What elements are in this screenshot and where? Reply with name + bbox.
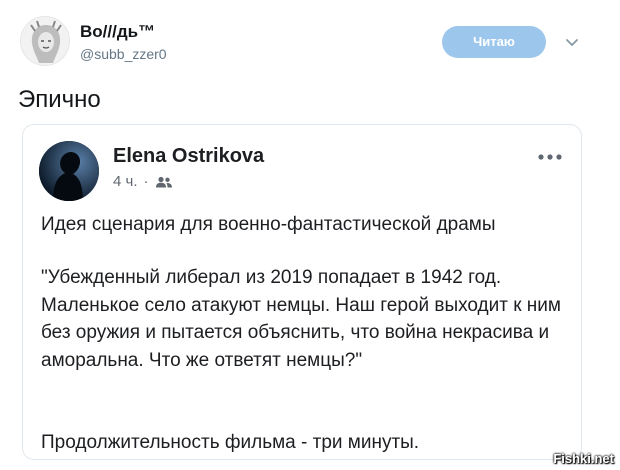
tweet-header: Во///дь™ @subb_zzer0 Читаю [18,14,602,74]
post-paragraph: Продолжительность фильма - три минуты. [41,432,420,453]
author-name[interactable]: Во///дь™ [80,22,155,42]
avatar[interactable] [20,16,70,66]
friends-icon [155,176,172,187]
post-paragraph: Идея сценария для военно-фантастической … [41,214,496,235]
quoted-post-meta: 4 ч. · [113,173,173,190]
quoted-post-card[interactable]: Elena Ostrikova 4 ч. · Идея сценария для… [22,124,582,460]
author-handle[interactable]: @subb_zzer0 [80,46,167,62]
watermark: Fishki.net [553,451,614,466]
quoted-author-name[interactable]: Elena Ostrikova [113,145,264,168]
post-time[interactable]: 4 ч. [113,173,138,190]
tweet-text: Эпично [18,86,101,113]
more-options-icon[interactable] [537,153,563,161]
avatar-image [21,17,69,65]
meta-separator: · [143,173,149,190]
follow-button[interactable]: Читаю [442,26,546,58]
post-paragraph: "Убежденный либерал из 2019 попадает в 1… [41,267,561,371]
quoted-author-avatar[interactable] [39,141,99,201]
quoted-avatar-image [39,141,99,201]
chevron-down-icon[interactable] [564,34,580,50]
